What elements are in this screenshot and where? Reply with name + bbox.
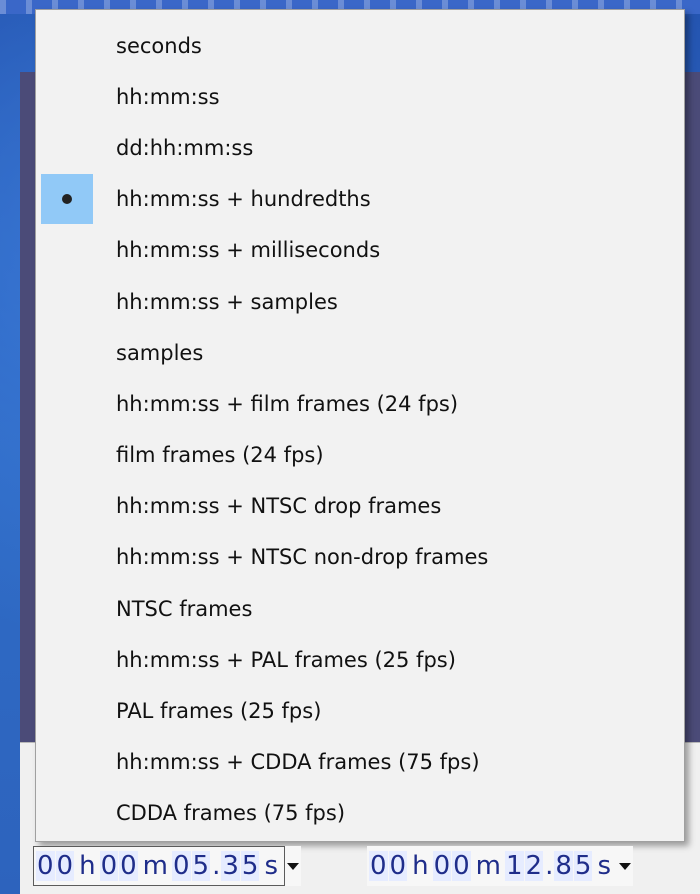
- menu-item-pal-frames[interactable]: PAL frames (25 fps): [36, 685, 684, 736]
- check-slot: [41, 225, 93, 275]
- minutes-unit: m: [142, 851, 168, 881]
- check-slot: [41, 584, 93, 634]
- menu-item-label: CDDA frames (75 fps): [116, 801, 346, 826]
- check-slot: [41, 686, 93, 736]
- menu-item-label: seconds: [116, 33, 202, 58]
- menu-item-label: film frames (24 fps): [116, 443, 324, 468]
- seconds-unit: s: [264, 851, 278, 881]
- seconds-digit[interactable]: 0: [172, 851, 191, 881]
- menu-item-label: hh:mm:ss + milliseconds: [116, 238, 381, 263]
- hours-unit: h: [79, 851, 96, 881]
- hours-digit[interactable]: 0: [388, 851, 408, 881]
- menu-item-cdda-frames[interactable]: CDDA frames (75 fps): [36, 788, 684, 839]
- decimal-point: .: [212, 851, 221, 881]
- check-slot: [41, 379, 93, 429]
- hours-digit[interactable]: 0: [369, 851, 388, 881]
- menu-item-seconds[interactable]: seconds: [36, 20, 684, 71]
- seconds-digit[interactable]: 1: [505, 851, 524, 881]
- minutes-digit[interactable]: 0: [119, 851, 138, 881]
- seconds-digit[interactable]: 5: [191, 851, 211, 881]
- menu-item-label: hh:mm:ss + NTSC non-drop frames: [116, 545, 489, 570]
- menu-item-hhmmss-cdda-frames[interactable]: hh:mm:ss + CDDA frames (75 fps): [36, 737, 684, 788]
- menu-item-label: hh:mm:ss: [116, 84, 220, 109]
- hundredths-digit[interactable]: 5: [240, 851, 260, 881]
- decimal-point: .: [545, 851, 554, 881]
- hundredths-digit[interactable]: 8: [554, 851, 573, 881]
- menu-item-hhmmss[interactable]: hh:mm:ss: [36, 71, 684, 122]
- hours-digit[interactable]: 0: [55, 851, 75, 881]
- format-dropdown-arrow-icon[interactable]: [285, 846, 301, 886]
- menu-item-label: hh:mm:ss + NTSC drop frames: [116, 494, 442, 519]
- hours-unit: h: [412, 851, 429, 881]
- check-slot: [41, 277, 93, 327]
- menu-item-label: dd:hh:mm:ss: [116, 135, 254, 160]
- check-slot: [41, 635, 93, 685]
- menu-item-label: hh:mm:ss + hundredths: [116, 187, 371, 212]
- minutes-digit[interactable]: 0: [452, 851, 471, 881]
- menu-item-hhmmss-samples[interactable]: hh:mm:ss + samples: [36, 276, 684, 327]
- menu-item-label: hh:mm:ss + samples: [116, 289, 338, 314]
- selection-start-time-control[interactable]: 0 0 h 0 0 m 0 5 . 3 5 s: [33, 846, 301, 886]
- seconds-digit[interactable]: 2: [524, 851, 544, 881]
- menu-item-label: NTSC frames: [116, 596, 253, 621]
- check-slot: [41, 481, 93, 531]
- time-format-menu: seconds hh:mm:ss dd:hh:mm:ss hh:mm:ss + …: [35, 9, 685, 842]
- check-slot: [41, 788, 93, 838]
- selected-check-slot: [41, 174, 93, 225]
- minutes-unit: m: [475, 851, 501, 881]
- menu-item-hhmmss-ntsc-drop[interactable]: hh:mm:ss + NTSC drop frames: [36, 481, 684, 532]
- selection-end-time-control[interactable]: 0 0 h 0 0 m 1 2 . 8 5 s: [367, 846, 633, 886]
- check-slot: [41, 737, 93, 787]
- menu-item-hhmmss-milliseconds[interactable]: hh:mm:ss + milliseconds: [36, 225, 684, 276]
- menu-item-hhmmss-pal-frames[interactable]: hh:mm:ss + PAL frames (25 fps): [36, 634, 684, 685]
- menu-item-label: hh:mm:ss + CDDA frames (75 fps): [116, 750, 480, 775]
- menu-item-label: hh:mm:ss + PAL frames (25 fps): [116, 647, 456, 672]
- menu-item-samples[interactable]: samples: [36, 327, 684, 378]
- hundredths-digit[interactable]: 5: [573, 851, 593, 881]
- menu-item-hhmmss-hundredths[interactable]: hh:mm:ss + hundredths: [36, 174, 684, 225]
- hours-digit[interactable]: 0: [36, 851, 55, 881]
- check-slot: [41, 532, 93, 582]
- radio-bullet-icon: [62, 194, 72, 205]
- seconds-unit: s: [597, 851, 611, 881]
- menu-item-label: PAL frames (25 fps): [116, 699, 322, 724]
- menu-item-hhmmss-film-frames[interactable]: hh:mm:ss + film frames (24 fps): [36, 378, 684, 429]
- minutes-digit[interactable]: 0: [432, 851, 452, 881]
- selection-end-time-field[interactable]: 0 0 h 0 0 m 1 2 . 8 5 s: [367, 846, 617, 886]
- selection-start-time-field[interactable]: 0 0 h 0 0 m 0 5 . 3 5 s: [33, 846, 285, 886]
- menu-item-label: samples: [116, 340, 204, 365]
- minutes-digit[interactable]: 0: [99, 851, 119, 881]
- format-dropdown-arrow-icon[interactable]: [617, 846, 633, 886]
- check-slot: [41, 328, 93, 378]
- check-slot: [41, 123, 93, 173]
- menu-item-film-frames[interactable]: film frames (24 fps): [36, 430, 684, 481]
- menu-item-hhmmss-ntsc-non-drop[interactable]: hh:mm:ss + NTSC non-drop frames: [36, 532, 684, 583]
- check-slot: [41, 21, 93, 71]
- check-slot: [41, 72, 93, 122]
- check-slot: [41, 430, 93, 480]
- hundredths-digit[interactable]: 3: [221, 851, 240, 881]
- menu-item-ntsc-frames[interactable]: NTSC frames: [36, 583, 684, 634]
- menu-item-label: hh:mm:ss + film frames (24 fps): [116, 391, 459, 416]
- menu-item-ddhhmmss[interactable]: dd:hh:mm:ss: [36, 122, 684, 173]
